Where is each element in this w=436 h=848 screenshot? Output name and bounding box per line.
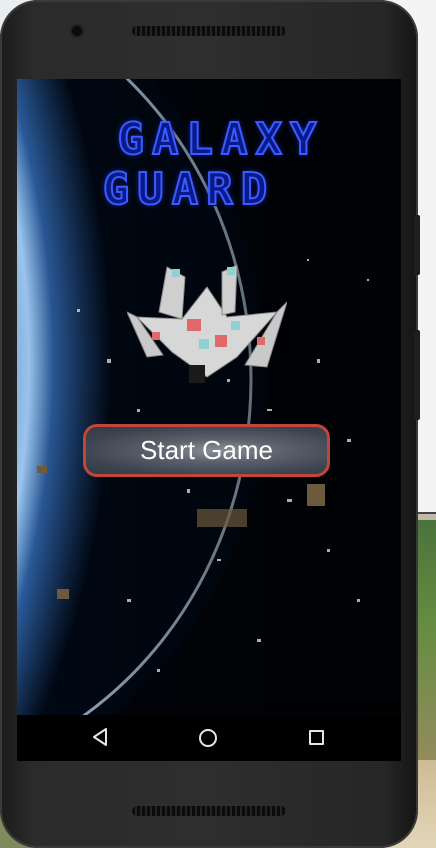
front-camera <box>72 26 82 36</box>
volume-button <box>414 215 420 275</box>
top-speaker <box>132 26 286 36</box>
start-game-button[interactable]: Start Game <box>83 424 330 477</box>
spaceship-icon <box>127 264 287 383</box>
game-title: GALAXY GUARD <box>17 114 401 216</box>
power-button <box>414 330 420 420</box>
title-line-2: GUARD <box>102 164 276 216</box>
recents-square-icon[interactable] <box>309 730 324 745</box>
home-circle-icon[interactable] <box>199 729 217 747</box>
android-nav-bar <box>17 715 401 761</box>
bottom-speaker <box>132 806 286 816</box>
back-triangle-icon[interactable] <box>92 728 108 746</box>
title-line-1: GALAXY <box>117 114 325 166</box>
game-screen: GALAXY GUARD Start Game <box>17 79 401 715</box>
